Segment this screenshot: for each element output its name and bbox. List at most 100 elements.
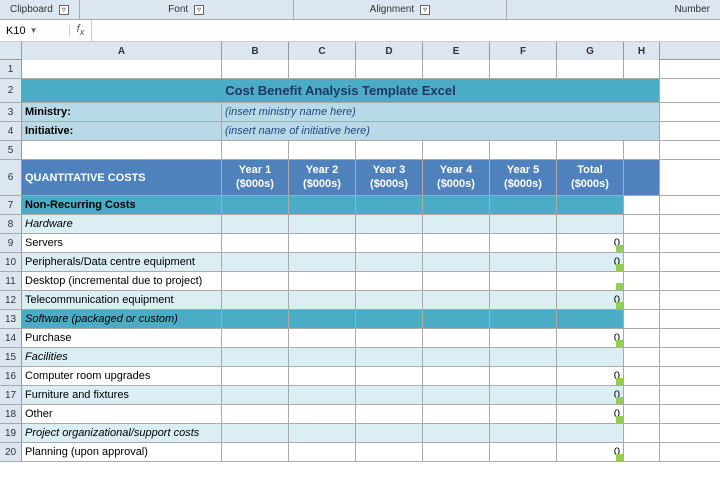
cell-14-d[interactable] bbox=[356, 329, 423, 347]
cell-10-e[interactable] bbox=[423, 253, 490, 271]
col-header-d[interactable]: D bbox=[356, 42, 423, 60]
cell-17-f[interactable] bbox=[490, 386, 557, 404]
cell-18-f[interactable] bbox=[490, 405, 557, 423]
cell-20-b[interactable] bbox=[222, 443, 289, 461]
cell-20-f[interactable] bbox=[490, 443, 557, 461]
cell-16-f[interactable] bbox=[490, 367, 557, 385]
cell-17-g[interactable]: 0 bbox=[557, 386, 624, 404]
cell-12-a[interactable]: Telecommunication equipment bbox=[22, 291, 222, 309]
cell-10-c[interactable] bbox=[289, 253, 356, 271]
title-cell[interactable]: Cost Benefit Analysis Template Excel bbox=[22, 79, 660, 102]
cell-14-a[interactable]: Purchase bbox=[22, 329, 222, 347]
cell-13-f[interactable] bbox=[490, 310, 557, 328]
cell-ref-dropdown[interactable]: ▼ bbox=[30, 26, 38, 35]
cell-9-a[interactable]: Servers bbox=[22, 234, 222, 252]
cell-18-g[interactable]: 0 bbox=[557, 405, 624, 423]
cell-10-b[interactable] bbox=[222, 253, 289, 271]
cell-1-b[interactable] bbox=[222, 60, 289, 78]
cell-18-b[interactable] bbox=[222, 405, 289, 423]
cell-14-c[interactable] bbox=[289, 329, 356, 347]
cell-14-b[interactable] bbox=[222, 329, 289, 347]
cell-15-a[interactable]: Facilities bbox=[22, 348, 222, 366]
cell-5-g[interactable] bbox=[557, 141, 624, 159]
cell-12-h[interactable] bbox=[624, 291, 660, 309]
cell-1-d[interactable] bbox=[356, 60, 423, 78]
clipboard-expand[interactable]: ▿ bbox=[59, 5, 69, 15]
cell-7-c[interactable] bbox=[289, 196, 356, 214]
cell-17-h[interactable] bbox=[624, 386, 660, 404]
cell-12-f[interactable] bbox=[490, 291, 557, 309]
cell-9-e[interactable] bbox=[423, 234, 490, 252]
cell-15-d[interactable] bbox=[356, 348, 423, 366]
cell-15-g[interactable] bbox=[557, 348, 624, 366]
cell-7-a[interactable]: Non-Recurring Costs bbox=[22, 196, 222, 214]
cell-20-c[interactable] bbox=[289, 443, 356, 461]
cell-1-h[interactable] bbox=[624, 60, 660, 78]
cell-5-c[interactable] bbox=[289, 141, 356, 159]
cell-7-g[interactable] bbox=[557, 196, 624, 214]
cell-9-f[interactable] bbox=[490, 234, 557, 252]
cell-20-h[interactable] bbox=[624, 443, 660, 461]
cell-6-a[interactable]: QUANTITATIVE COSTS bbox=[22, 160, 222, 195]
cell-5-e[interactable] bbox=[423, 141, 490, 159]
cell-6-f[interactable]: Year 5 ($000s) bbox=[490, 160, 557, 195]
cell-19-b[interactable] bbox=[222, 424, 289, 442]
cell-12-d[interactable] bbox=[356, 291, 423, 309]
cell-15-b[interactable] bbox=[222, 348, 289, 366]
cell-9-h[interactable] bbox=[624, 234, 660, 252]
cell-9-g[interactable]: 0 bbox=[557, 234, 624, 252]
cell-9-b[interactable] bbox=[222, 234, 289, 252]
cell-14-h[interactable] bbox=[624, 329, 660, 347]
cell-10-g[interactable]: 0 bbox=[557, 253, 624, 271]
cell-3-a[interactable]: Ministry: bbox=[22, 103, 222, 121]
col-header-b[interactable]: B bbox=[222, 42, 289, 60]
cell-17-e[interactable] bbox=[423, 386, 490, 404]
cell-17-b[interactable] bbox=[222, 386, 289, 404]
cell-13-e[interactable] bbox=[423, 310, 490, 328]
cell-18-h[interactable] bbox=[624, 405, 660, 423]
cell-5-b[interactable] bbox=[222, 141, 289, 159]
cell-11-e[interactable] bbox=[423, 272, 490, 290]
cell-17-c[interactable] bbox=[289, 386, 356, 404]
cell-18-a[interactable]: Other bbox=[22, 405, 222, 423]
cell-13-b[interactable] bbox=[222, 310, 289, 328]
cell-4-a[interactable]: Initiative: bbox=[22, 122, 222, 140]
col-header-h[interactable]: H bbox=[624, 42, 660, 60]
cell-16-e[interactable] bbox=[423, 367, 490, 385]
cell-19-f[interactable] bbox=[490, 424, 557, 442]
cell-11-h[interactable] bbox=[624, 272, 660, 290]
col-header-a[interactable]: A bbox=[22, 42, 222, 60]
cell-12-e[interactable] bbox=[423, 291, 490, 309]
cell-8-e[interactable] bbox=[423, 215, 490, 233]
cell-19-d[interactable] bbox=[356, 424, 423, 442]
cell-14-f[interactable] bbox=[490, 329, 557, 347]
cell-18-c[interactable] bbox=[289, 405, 356, 423]
cell-19-a[interactable]: Project organizational/support costs bbox=[22, 424, 222, 442]
cell-13-d[interactable] bbox=[356, 310, 423, 328]
cell-11-f[interactable] bbox=[490, 272, 557, 290]
cell-8-d[interactable] bbox=[356, 215, 423, 233]
cell-5-f[interactable] bbox=[490, 141, 557, 159]
cell-12-b[interactable] bbox=[222, 291, 289, 309]
cell-3-bcdefgh[interactable]: (insert ministry name here) bbox=[222, 103, 660, 121]
cell-6-d[interactable]: Year 3 ($000s) bbox=[356, 160, 423, 195]
cell-5-a[interactable] bbox=[22, 141, 222, 159]
cell-8-g[interactable] bbox=[557, 215, 624, 233]
cell-20-g[interactable]: 0 bbox=[557, 443, 624, 461]
cell-6-c[interactable]: Year 2 ($000s) bbox=[289, 160, 356, 195]
cell-15-e[interactable] bbox=[423, 348, 490, 366]
cell-13-h[interactable] bbox=[624, 310, 660, 328]
cell-10-h[interactable] bbox=[624, 253, 660, 271]
cell-8-c[interactable] bbox=[289, 215, 356, 233]
cell-5-h[interactable] bbox=[624, 141, 660, 159]
cell-19-e[interactable] bbox=[423, 424, 490, 442]
cell-13-c[interactable] bbox=[289, 310, 356, 328]
font-expand[interactable]: ▿ bbox=[194, 5, 204, 15]
col-header-f[interactable]: F bbox=[490, 42, 557, 60]
cell-18-e[interactable] bbox=[423, 405, 490, 423]
cell-4-bcdefgh[interactable]: (insert name of initiative here) bbox=[222, 122, 660, 140]
cell-7-b[interactable] bbox=[222, 196, 289, 214]
col-header-c[interactable]: C bbox=[289, 42, 356, 60]
cell-16-d[interactable] bbox=[356, 367, 423, 385]
cell-11-b[interactable] bbox=[222, 272, 289, 290]
